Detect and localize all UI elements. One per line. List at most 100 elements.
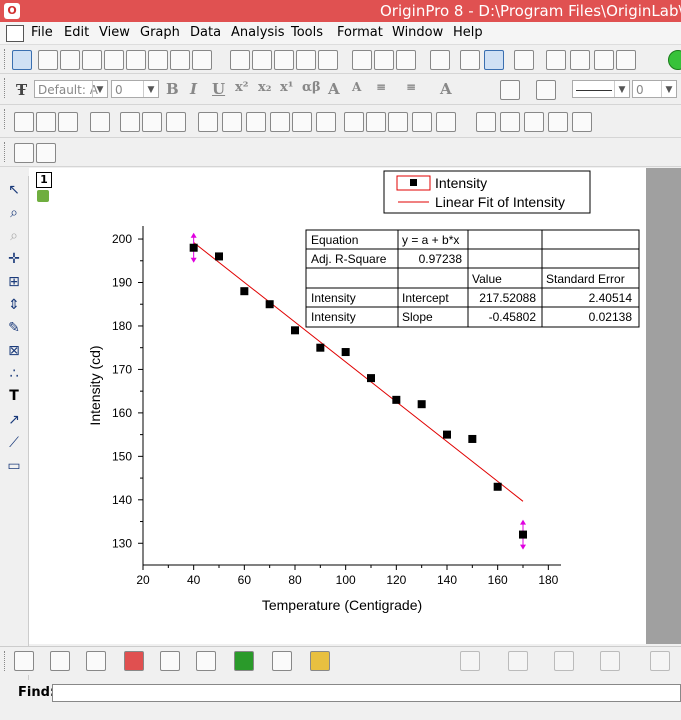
- line-width-combo[interactable]: 0 ▼: [632, 80, 677, 98]
- column-plot-icon[interactable]: [124, 651, 144, 671]
- region-mask-icon[interactable]: ⊠: [6, 343, 22, 359]
- open-template-icon[interactable]: [252, 50, 272, 70]
- align-icon[interactable]: ≡: [376, 80, 386, 94]
- front-icon[interactable]: [524, 112, 544, 132]
- zoom-out-icon[interactable]: [36, 112, 56, 132]
- new-notes-icon[interactable]: [170, 50, 190, 70]
- duplicate-icon[interactable]: [484, 50, 504, 70]
- line-plot-icon[interactable]: [14, 651, 34, 671]
- menu-help[interactable]: Help: [453, 25, 483, 40]
- menu-edit[interactable]: Edit: [64, 25, 89, 40]
- import-multiple-icon[interactable]: [374, 50, 394, 70]
- italic-icon[interactable]: I: [190, 80, 197, 98]
- legend[interactable]: Intensity Linear Fit of Intensity: [383, 170, 591, 214]
- save-icon[interactable]: [296, 50, 316, 70]
- line-spacing-icon[interactable]: ≡: [406, 80, 416, 94]
- supersub-icon[interactable]: x¹: [280, 80, 293, 95]
- line-tool-icon[interactable]: ⟋: [6, 435, 22, 451]
- subscript-icon[interactable]: x₂: [258, 80, 271, 95]
- line-color-icon[interactable]: [536, 80, 556, 100]
- add-top-x-icon[interactable]: [222, 112, 242, 132]
- draw-data-icon[interactable]: ✎: [6, 320, 22, 336]
- statistics-plot-icon[interactable]: [196, 651, 216, 671]
- lock-icon[interactable]: [37, 190, 49, 202]
- toolbar-grip[interactable]: [4, 142, 8, 162]
- font-size-combo[interactable]: 0 ▼: [111, 80, 159, 98]
- toolbar-grip[interactable]: [4, 651, 8, 671]
- menu-view[interactable]: View: [99, 25, 130, 40]
- group-icon[interactable]: [500, 112, 520, 132]
- zoom-icon[interactable]: ⌕: [6, 205, 22, 221]
- add-right-y-icon[interactable]: [246, 112, 266, 132]
- draw-points-icon[interactable]: ∴: [6, 366, 22, 382]
- menu-file[interactable]: File: [31, 25, 53, 40]
- bold-icon[interactable]: B: [166, 80, 179, 98]
- rectangle-tool-icon[interactable]: ▭: [6, 458, 22, 474]
- data-reader-icon[interactable]: ⊞: [6, 274, 22, 290]
- add-layer-icon[interactable]: [120, 112, 140, 132]
- find-input[interactable]: [52, 684, 681, 702]
- ungroup-icon[interactable]: [572, 112, 592, 132]
- date-time-icon[interactable]: [412, 112, 432, 132]
- underline-icon[interactable]: U: [212, 80, 225, 98]
- new-excel-icon[interactable]: [60, 50, 80, 70]
- decrease-font-icon[interactable]: A: [352, 80, 361, 94]
- fill-color-icon[interactable]: [500, 80, 520, 100]
- 3d-surface-icon[interactable]: [554, 651, 574, 671]
- add-inset-icon[interactable]: [270, 112, 290, 132]
- document-window-icon[interactable]: [6, 25, 24, 42]
- rescale-icon[interactable]: [90, 112, 110, 132]
- menu-data[interactable]: Data: [190, 25, 221, 40]
- menu-analysis[interactable]: Analysis: [231, 25, 285, 40]
- contour-icon[interactable]: [600, 651, 620, 671]
- greek-icon[interactable]: αβ: [302, 80, 321, 95]
- image-plot-icon[interactable]: [650, 651, 670, 671]
- new-workbook-icon[interactable]: [192, 50, 212, 70]
- arrange-layers-icon[interactable]: [142, 112, 162, 132]
- 3d-plot-icon[interactable]: [460, 651, 480, 671]
- line-style-combo[interactable]: ▼: [572, 80, 630, 98]
- import-wizard-icon[interactable]: [396, 50, 416, 70]
- add-table-icon[interactable]: [344, 112, 364, 132]
- color-scale-icon[interactable]: [366, 112, 386, 132]
- 3d-bar-icon[interactable]: [508, 651, 528, 671]
- code-builder-icon[interactable]: [594, 50, 614, 70]
- zoom-out-tool-icon[interactable]: ⌕: [6, 228, 22, 244]
- font-name-combo[interactable]: Default: A ▼: [34, 80, 108, 98]
- arrow-tool-icon[interactable]: ↗: [6, 412, 22, 428]
- specialized-plot-icon[interactable]: [272, 651, 292, 671]
- toolbar-grip[interactable]: [4, 78, 8, 98]
- layer-icon[interactable]: [388, 112, 408, 132]
- superscript-icon[interactable]: x²: [235, 80, 248, 95]
- scatter-plot-icon[interactable]: [50, 651, 70, 671]
- settings-icon[interactable]: [616, 50, 636, 70]
- line-symbol-plot-icon[interactable]: [86, 651, 106, 671]
- increase-font-icon[interactable]: A: [328, 80, 340, 98]
- origin-app-icon[interactable]: O: [4, 3, 20, 19]
- script-window-icon[interactable]: [570, 50, 590, 70]
- data-selector-icon[interactable]: ⇕: [6, 297, 22, 313]
- add-legend-icon[interactable]: [316, 112, 336, 132]
- multi-curve-icon[interactable]: [160, 651, 180, 671]
- new-worksheet-icon[interactable]: [38, 50, 58, 70]
- zoom-in-icon[interactable]: [14, 112, 34, 132]
- layer-indicator[interactable]: 1: [36, 172, 52, 188]
- add-inset-data-icon[interactable]: [292, 112, 312, 132]
- font-color-icon[interactable]: A: [440, 80, 452, 98]
- open-excel-icon[interactable]: [274, 50, 294, 70]
- whole-page-icon[interactable]: [58, 112, 78, 132]
- refresh-icon[interactable]: [460, 50, 480, 70]
- add-column-icon[interactable]: [14, 143, 34, 163]
- menu-tools[interactable]: Tools: [291, 25, 323, 40]
- save-template-icon[interactable]: [318, 50, 338, 70]
- toolbar-grip[interactable]: [4, 109, 8, 129]
- menu-format[interactable]: Format: [337, 25, 383, 40]
- mask-icon[interactable]: [36, 143, 56, 163]
- menu-window[interactable]: Window: [392, 25, 443, 40]
- table-icon[interactable]: [436, 112, 456, 132]
- pointer-icon[interactable]: ↖: [6, 182, 22, 198]
- import-ascii-icon[interactable]: [352, 50, 372, 70]
- start-icon[interactable]: [668, 50, 681, 70]
- open-icon[interactable]: [230, 50, 250, 70]
- project-explorer-icon[interactable]: [514, 50, 534, 70]
